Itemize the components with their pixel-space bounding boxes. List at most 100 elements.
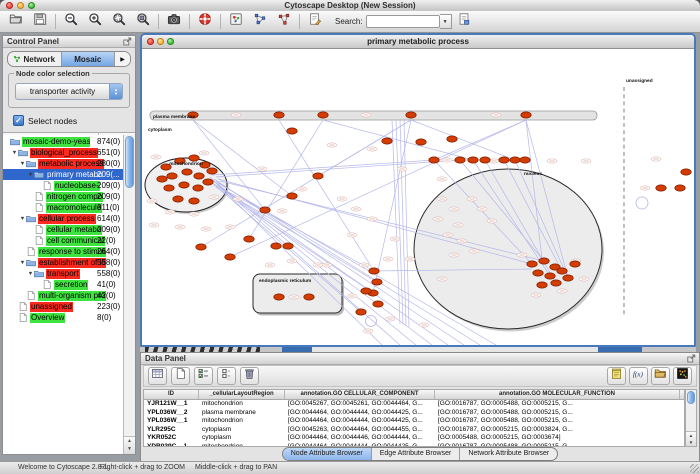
network-canvas[interactable]: plasma membranecytoplasmmitochondrionnuc… [142, 49, 694, 345]
tree-item-establishment-of-lo[interactable]: ▼establishment of lo558(0) [3, 257, 124, 268]
graph-node[interactable] [480, 157, 490, 163]
graph-node[interactable] [203, 179, 213, 185]
disclosure-triangle-icon[interactable]: ▼ [19, 161, 26, 167]
graph-node[interactable] [656, 185, 666, 191]
disclosure-triangle-icon[interactable]: ▼ [19, 260, 26, 266]
graph-node[interactable] [539, 258, 549, 264]
graph-node[interactable] [189, 198, 199, 204]
graph-node[interactable] [182, 169, 192, 175]
snapshot-button[interactable] [162, 13, 186, 30]
tab-node-attribute-browser[interactable]: Node Attribute Browser [283, 448, 372, 460]
notes-button[interactable] [607, 367, 626, 385]
tree-item-cellular-process[interactable]: ▼cellular process614(0) [3, 213, 124, 224]
tab-edge-attribute-browser[interactable]: Edge Attribute Browser [372, 448, 461, 460]
graph-node[interactable] [570, 261, 580, 267]
graph-node[interactable] [167, 173, 177, 179]
column-header-3[interactable]: annotation.GO MOLECULAR_FUNCTION [435, 390, 680, 399]
graph-node[interactable] [468, 157, 478, 163]
unselect-attributes-button[interactable] [217, 367, 236, 385]
delete-attribute-button[interactable] [240, 367, 259, 385]
tab-mosaic[interactable]: Mosaic [62, 52, 116, 66]
graph-node[interactable] [173, 196, 183, 202]
graph-node[interactable] [260, 207, 270, 213]
zoom-out-button[interactable] [59, 13, 83, 30]
zoom-fit-button[interactable] [131, 13, 155, 30]
import-attributes-button[interactable] [651, 367, 670, 385]
tree-item-nitrogen-compo[interactable]: nitrogen compo209(0) [3, 191, 124, 202]
graph-node[interactable] [189, 155, 199, 161]
column-header-0[interactable]: ID [144, 390, 199, 399]
tree-item-primary-metabo[interactable]: ▼primary metabo209(... [3, 169, 124, 180]
layout-red-button[interactable] [272, 13, 296, 30]
graph-node[interactable] [193, 185, 203, 191]
tab-network[interactable]: Network [8, 52, 62, 66]
matrix-button[interactable] [673, 367, 692, 385]
graph-node[interactable] [283, 243, 293, 249]
graph-node[interactable] [225, 254, 235, 260]
graph-node[interactable] [537, 282, 547, 288]
scrollbar-thumb[interactable] [687, 391, 695, 404]
table-row[interactable]: YPL036W__1mitochondrion[GO:0044464, GO:0… [144, 417, 684, 426]
graph-node[interactable] [521, 112, 531, 118]
grid-button[interactable] [148, 367, 167, 385]
open-session-button[interactable] [4, 13, 28, 30]
zoom-selected-button[interactable] [107, 13, 131, 30]
graph-node[interactable] [406, 112, 416, 118]
graph-node[interactable] [429, 157, 439, 163]
search-input[interactable] [366, 15, 440, 28]
graph-node[interactable] [304, 294, 314, 300]
graph-node[interactable] [157, 176, 167, 182]
tree-item-nucleobase[interactable]: nucleobase-209(0) [3, 180, 124, 191]
graph-node[interactable] [196, 244, 206, 250]
graph-node[interactable] [164, 185, 174, 191]
graph-node[interactable] [356, 309, 366, 315]
table-row[interactable]: YLR295Ccytoplasm[GO:0045263, GO:0044464,… [144, 426, 684, 435]
tree-item-cell-communicat[interactable]: cell communicat22(0) [3, 235, 124, 246]
tree-item-response-to-stimulu[interactable]: response to stimulu264(0) [3, 246, 124, 257]
graph-node[interactable] [372, 279, 382, 285]
graph-node[interactable] [271, 243, 281, 249]
graph-node[interactable] [675, 185, 685, 191]
float-panel-icon[interactable] [687, 354, 696, 363]
table-scrollbar[interactable]: ▲▼ [685, 389, 697, 447]
tree-item-secretion[interactable]: secretion41(0) [3, 279, 124, 290]
graph-node[interactable] [244, 236, 254, 242]
disclosure-triangle-icon[interactable]: ▼ [11, 150, 18, 156]
graph-node[interactable] [287, 128, 297, 134]
table-row[interactable]: YJR121W__1mitochondrion[GO:0045267, GO:0… [144, 400, 684, 409]
table-row[interactable]: YPL036W__2plasma membrane[GO:0044464, GO… [144, 409, 684, 418]
disclosure-triangle-icon[interactable]: ▼ [19, 216, 26, 222]
graph-node[interactable] [527, 261, 537, 267]
scrollbar-arrows[interactable]: ▲▼ [124, 436, 135, 454]
tree-item-biological-process[interactable]: ▼biological_process651(0) [3, 147, 124, 158]
tree-item-macromolecule[interactable]: macromolecule311(0) [3, 202, 124, 213]
search-dropdown-arrow[interactable]: ▼ [440, 14, 452, 29]
layout-blue-button[interactable] [248, 13, 272, 30]
tab-network-attribute-browser[interactable]: Network Attribute Browser [460, 448, 557, 460]
node-color-select[interactable]: transporter activity ▲▼ [15, 83, 123, 100]
graph-node[interactable] [545, 273, 555, 279]
table-row[interactable]: YKR052Ccytoplasm[GO:0044464, GO:0044446,… [144, 434, 684, 443]
tab-overflow-arrow[interactable]: ▶ [115, 52, 130, 66]
graph-node[interactable] [447, 136, 457, 142]
graph-node[interactable] [455, 157, 465, 163]
column-header-1[interactable]: _cellularLayoutRegion [199, 390, 285, 399]
tree-item-unassigned[interactable]: unassigned223(0) [3, 301, 124, 312]
zoom-in-button[interactable] [83, 13, 107, 30]
select-attributes-button[interactable] [194, 367, 213, 385]
graph-node[interactable] [563, 275, 573, 281]
help-button[interactable] [193, 13, 217, 30]
graph-node[interactable] [416, 139, 426, 145]
graph-node[interactable] [557, 268, 567, 274]
save-session-button[interactable] [28, 13, 52, 30]
graph-node[interactable] [369, 268, 379, 274]
graph-node[interactable] [510, 157, 520, 163]
tree-scrollbar[interactable]: ▲▼ [123, 135, 135, 454]
graph-node[interactable] [520, 157, 530, 163]
tree-item-transport[interactable]: ▼transport558(0) [3, 268, 124, 279]
graph-node[interactable] [533, 270, 543, 276]
graph-node[interactable] [274, 294, 284, 300]
graph-node[interactable] [274, 112, 284, 118]
graph-node[interactable] [382, 138, 392, 144]
tree-item-overview[interactable]: Overview8(0) [3, 312, 124, 323]
